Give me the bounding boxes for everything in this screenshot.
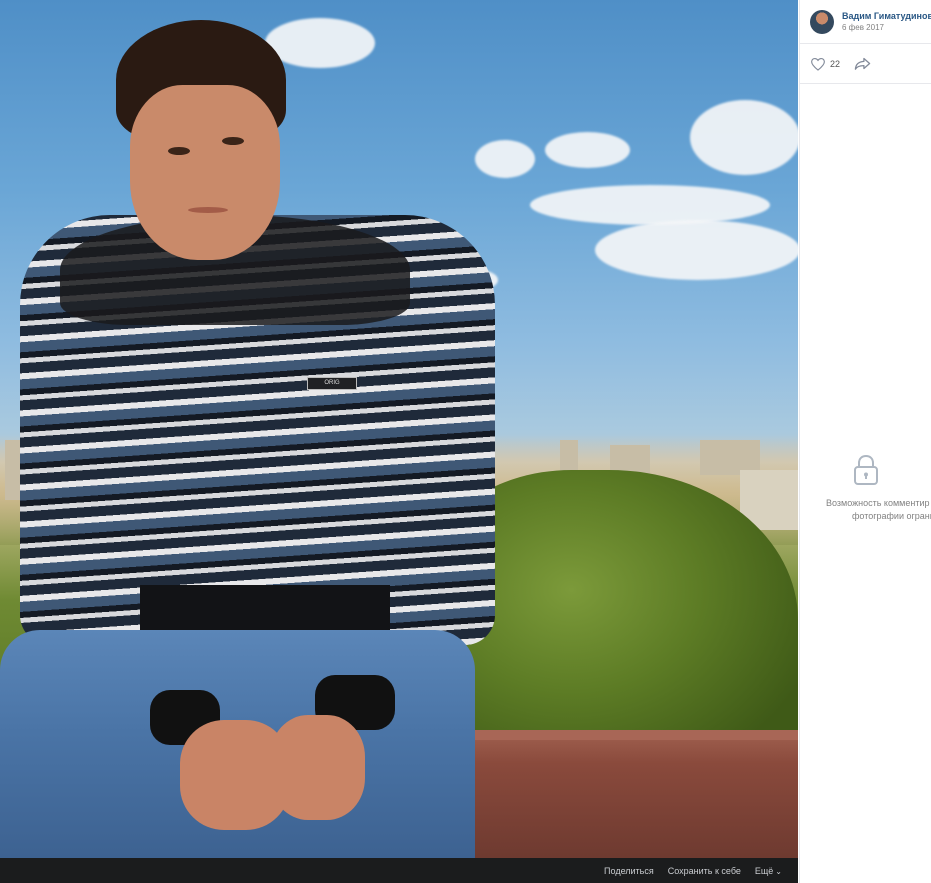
more-button[interactable]: Ещё ⌄ <box>755 866 782 876</box>
photo-actions-bar: Поделиться Сохранить к себе Ещё ⌄ <box>0 858 798 883</box>
more-label: Ещё <box>754 865 774 876</box>
author-info: Вадим Гиматудинов 6 фев 2017 <box>842 11 931 32</box>
heart-icon <box>811 57 825 71</box>
person: ORIG <box>0 0 500 858</box>
share-button[interactable]: Поделиться <box>604 866 654 876</box>
cloud <box>690 100 798 175</box>
sweater-badge: ORIG <box>307 377 357 390</box>
author-block: Вадим Гиматудинов 6 фев 2017 <box>800 0 931 44</box>
share-arrow-icon <box>854 57 871 70</box>
right-eye <box>222 137 244 145</box>
face <box>130 85 280 260</box>
cloud <box>545 132 630 168</box>
notice-line-1: Возможность комментир <box>826 498 930 508</box>
reactions-bar: 22 <box>800 44 931 84</box>
share-post-button[interactable] <box>854 57 871 70</box>
mouth <box>188 207 228 213</box>
photo-viewer[interactable]: ORIG <box>0 0 798 858</box>
author-name[interactable]: Вадим Гиматудинов <box>842 11 931 21</box>
save-to-album-button[interactable]: Сохранить к себе <box>668 866 741 876</box>
notice-line-2: фотографии ограни <box>852 511 931 521</box>
comments-disabled-notice: Возможность комментир фотографии ограни <box>800 453 931 523</box>
cloud <box>595 220 798 280</box>
like-button[interactable]: 22 <box>810 57 840 71</box>
left-eye <box>168 147 190 155</box>
comments-restricted-text: Возможность комментир фотографии ограни <box>800 497 931 523</box>
chevron-down-icon: ⌄ <box>775 866 782 876</box>
right-hand <box>270 715 365 820</box>
cloud <box>530 185 770 225</box>
photo-info-panel: Вадим Гиматудинов 6 фев 2017 22 Возможно… <box>799 0 931 883</box>
avatar[interactable] <box>810 9 834 34</box>
like-count: 22 <box>830 58 841 69</box>
post-date[interactable]: 6 фев 2017 <box>842 23 931 32</box>
lock-icon <box>854 454 878 485</box>
